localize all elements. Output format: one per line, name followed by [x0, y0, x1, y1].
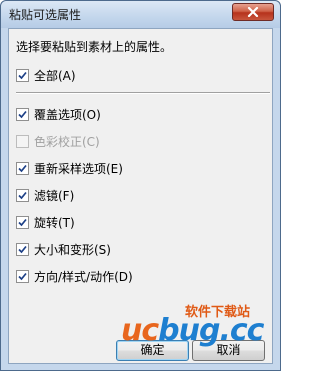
checkbox-all[interactable]: 全部(A) — [16, 67, 76, 83]
checkbox-direction-style-motion[interactable]: 方向/样式/动作(D) — [16, 268, 133, 284]
checkbox-label: 色彩校正(C) — [34, 134, 100, 149]
separator — [16, 92, 270, 94]
close-button[interactable] — [232, 3, 274, 21]
watermark-tagline: 软件下载站 — [185, 305, 251, 320]
checkbox-box[interactable] — [16, 188, 29, 202]
checkbox-color-correction: 色彩校正(C) — [16, 133, 100, 149]
checkbox-rotation[interactable]: 旋转(T) — [16, 214, 75, 230]
checkbox-resample-options[interactable]: 重新采样选项(E) — [16, 160, 123, 176]
checkbox-size-transform[interactable]: 大小和变形(S) — [16, 241, 111, 257]
checkmark-icon — [18, 110, 27, 118]
checkbox-box[interactable] — [16, 215, 29, 229]
checkbox-box — [16, 134, 29, 148]
checkbox-box[interactable] — [16, 269, 29, 283]
checkbox-box[interactable] — [16, 242, 29, 256]
checkbox-label: 方向/样式/动作(D) — [34, 269, 133, 284]
checkbox-box[interactable] — [16, 68, 29, 82]
checkmark-icon — [18, 245, 27, 253]
checkmark-icon — [18, 272, 27, 280]
ok-button[interactable]: 确定 — [116, 340, 189, 361]
checkbox-box[interactable] — [16, 161, 29, 175]
checkbox-label: 全部(A) — [34, 68, 76, 83]
checkbox-overlay-options[interactable]: 覆盖选项(O) — [16, 106, 101, 122]
cancel-button[interactable]: 取消 — [192, 340, 265, 361]
dialog-content: 选择要粘贴到素材上的属性。 全部(A) 覆盖选项(O) 色彩校正(C) 重新采样… — [8, 28, 273, 364]
checkbox-label: 重新采样选项(E) — [34, 161, 123, 176]
close-icon — [247, 7, 259, 17]
checkbox-filters[interactable]: 滤镜(F) — [16, 187, 74, 203]
title-bar: 粘贴可选属性 — [1, 1, 280, 28]
checkbox-label: 滤镜(F) — [34, 188, 75, 203]
checkbox-label: 旋转(T) — [34, 215, 75, 230]
checkmark-icon — [18, 218, 27, 226]
dialog-window: 粘贴可选属性 选择要粘贴到素材上的属性。 全部(A) 覆盖选项(O) 色彩校正(… — [0, 0, 281, 371]
checkmark-icon — [18, 191, 27, 199]
checkbox-box[interactable] — [16, 107, 29, 121]
checkmark-icon — [18, 71, 27, 79]
checkbox-label: 覆盖选项(O) — [34, 107, 101, 122]
checkmark-icon — [18, 164, 27, 172]
window-title: 粘贴可选属性 — [9, 8, 82, 22]
checkbox-label: 大小和变形(S) — [34, 242, 111, 257]
instruction-text: 选择要粘贴到素材上的属性。 — [16, 40, 173, 54]
